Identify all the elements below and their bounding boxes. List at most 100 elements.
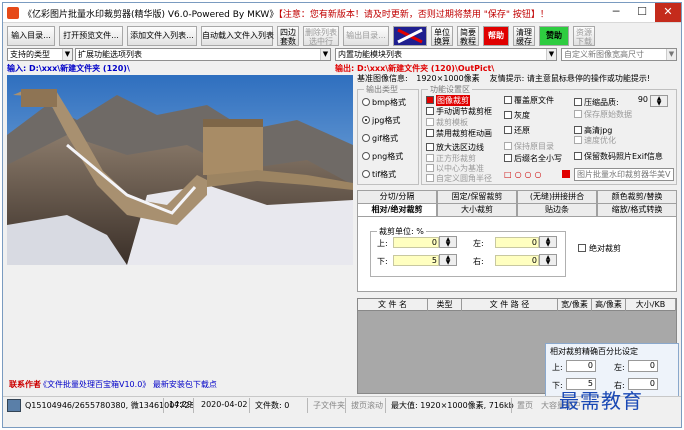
tab-stitch[interactable]: (无缝)拼接拼合 — [517, 190, 597, 203]
circle-shape-icon[interactable]: ○ — [535, 170, 545, 179]
drag-mode-toggle[interactable]: 拔页滚动 — [351, 400, 383, 411]
custom-size-combo[interactable]: 自定义新图像宽高尺寸 ▼ — [561, 48, 677, 61]
resource-download-button[interactable]: 资源 下载 — [573, 26, 595, 46]
builtin-module-combo[interactable]: 内置功能模块列表 ▼ — [335, 48, 557, 61]
output-dir-button[interactable]: 输出目录... — [343, 26, 389, 46]
function-group-title: 功能设置区 — [428, 84, 472, 95]
update-notice: 【注意：您有新版本！请及时更新，否则过期将禁用 "保存" 按钮】！ — [278, 10, 549, 20]
col-type[interactable]: 类型 — [428, 299, 462, 311]
popup-top-input[interactable]: 0 — [566, 360, 596, 372]
tab-fixed-crop[interactable]: 固定/保留裁剪 — [437, 190, 517, 203]
tab-size-crop[interactable]: 大小裁剪 — [437, 203, 517, 216]
absolute-crop-checkbox[interactable] — [578, 244, 586, 252]
radio-gif[interactable] — [362, 134, 370, 142]
popup-title: 相对裁剪精确百分比设定 — [550, 347, 638, 356]
ext-function-combo[interactable]: 扩展功能选项列表 ▼ — [75, 48, 331, 61]
download-link[interactable]: 《文件批量处理百宝箱V10.0》 最新安装包下载点 — [39, 379, 217, 390]
bottom-input[interactable]: 5 — [393, 255, 439, 266]
keep-dir-label: 保持原目录 — [514, 142, 554, 151]
col-path[interactable]: 文 件 路 径 — [462, 299, 558, 311]
format-group: 输出类型 bmp格式 jpg格式 gif格式 png格式 tif格式 — [357, 84, 419, 185]
app-icon — [7, 7, 19, 19]
grayscale-checkbox[interactable] — [504, 111, 512, 119]
circle-shape-icon[interactable]: ○ — [515, 170, 525, 179]
disable-animation-checkbox[interactable] — [426, 129, 434, 137]
minimize-button[interactable]: ─ — [603, 3, 629, 22]
col-height[interactable]: 高/像素 — [592, 299, 626, 311]
square-crop-checkbox[interactable] — [426, 154, 434, 162]
lowercase-ext-checkbox[interactable] — [504, 154, 512, 162]
delete-selected-button[interactable]: 删除列表 选中行 — [303, 26, 339, 46]
auto-load-button[interactable]: 自动载入文件入列表 — [201, 26, 274, 46]
clear-cache-button[interactable]: 清理 缓存 — [513, 26, 535, 46]
four-align-button[interactable]: 四边 套数 — [277, 26, 299, 46]
left-stepper[interactable]: ▲ ▼ — [539, 236, 557, 248]
image-preview[interactable] — [7, 75, 353, 265]
tab-split[interactable]: 分切/分隔 — [357, 190, 437, 203]
manual-adjust-checkbox[interactable] — [426, 107, 434, 115]
keep-dir-checkbox[interactable] — [504, 142, 512, 150]
maximize-button[interactable]: ☐ — [629, 3, 655, 22]
donate-button[interactable]: 赞助 — [539, 26, 569, 46]
speed-opt-checkbox[interactable] — [574, 136, 582, 144]
add-files-button[interactable]: 添加文件入列表... — [127, 26, 197, 46]
top-stepper[interactable]: ▲ ▼ — [439, 236, 457, 248]
contact-author-label[interactable]: 联系作者 — [9, 379, 41, 390]
popup-left-label: 左: — [614, 363, 625, 372]
crop-checkbox[interactable] — [426, 96, 434, 104]
cross-tool-button[interactable] — [393, 26, 427, 46]
input-path-label: 输入: D:\xxx\新建文件夹 (120)\ — [7, 64, 130, 73]
tutorial-button[interactable]: 简要 教程 — [457, 26, 479, 46]
unit-convert-line1: 单位 — [434, 28, 450, 37]
circle-shape-icon[interactable]: ○ — [525, 170, 535, 179]
exif-checkbox[interactable] — [574, 152, 582, 160]
tab-color-crop[interactable]: 颜色裁剪/替换 — [597, 190, 677, 203]
status-separator — [307, 398, 308, 413]
title-bar: 《亿彩图片批量水印裁剪器(精华版) V6.0-Powered By MKW》【注… — [3, 3, 681, 23]
help-button[interactable]: 帮助 — [483, 26, 509, 46]
quality-stepper[interactable]: ▲ ▼ — [650, 95, 668, 107]
col-filename[interactable]: 文 件 名 — [358, 299, 428, 311]
quality-value[interactable]: 90 — [634, 95, 650, 107]
tab-relative-crop[interactable]: 相对/绝对裁剪 — [357, 203, 437, 216]
subfolder-toggle[interactable]: 子文件夹 — [313, 400, 345, 411]
tip-text: 友情提示: 请主意鼠标悬停的操作或功能提示! — [489, 74, 651, 83]
radio-png[interactable] — [362, 152, 370, 160]
radio-jpg[interactable] — [362, 116, 370, 124]
keep-original-checkbox[interactable] — [574, 110, 582, 118]
corner-radius-checkbox[interactable] — [426, 174, 434, 182]
square-shape-icon[interactable]: □ — [504, 170, 515, 179]
hd-jpg-checkbox[interactable] — [574, 126, 582, 134]
popup-left-input[interactable]: 0 — [628, 360, 658, 372]
compress-quality-checkbox[interactable] — [574, 98, 582, 106]
top-input[interactable]: 0 — [393, 237, 439, 248]
enlarge-border-checkbox[interactable] — [426, 143, 434, 151]
col-size[interactable]: 大小/KB — [626, 299, 676, 311]
clear-cache-line2: 缓存 — [516, 37, 532, 46]
watermark-note-field[interactable]: 图片批量水印裁剪器华美V — [574, 168, 674, 181]
shape-selector[interactable]: □○○○ — [504, 170, 545, 179]
crop-template-checkbox[interactable] — [426, 118, 434, 126]
type-combo[interactable]: 支持的类型 ▼ — [7, 48, 73, 61]
options-row: 支持的类型 ▼ 扩展功能选项列表 ▼ 内置功能模块列表 ▼ 自定义新图像宽高尺寸 ▼ — [3, 48, 681, 62]
right-input[interactable]: 0 — [495, 255, 539, 266]
left-input[interactable]: 0 — [495, 237, 539, 248]
col-width[interactable]: 宽/像素 — [558, 299, 592, 311]
unit-convert-button[interactable]: 单位 换算 — [431, 26, 453, 46]
right-stepper[interactable]: ▲ ▼ — [539, 254, 557, 266]
enlarge-border-label: 放大选区边线 — [436, 143, 484, 152]
import-dir-button[interactable]: 输入目录... — [7, 26, 55, 46]
page-toggle[interactable]: 置页 — [517, 400, 533, 411]
bottom-stepper[interactable]: ▲ ▼ — [439, 254, 457, 266]
tab-scale-convert[interactable]: 缩放/格式转换 — [597, 203, 677, 216]
color-swatch[interactable] — [562, 170, 570, 178]
radio-tif[interactable] — [362, 170, 370, 178]
base-info-value: 1920×1000像素 — [416, 74, 480, 83]
center-base-checkbox[interactable] — [426, 164, 434, 172]
restore-checkbox[interactable] — [504, 126, 512, 134]
tab-edge-strip[interactable]: 贴边条 — [517, 203, 597, 216]
open-preview-button[interactable]: 打开预览文件... — [59, 26, 123, 46]
overwrite-checkbox[interactable] — [504, 96, 512, 104]
radio-bmp[interactable] — [362, 98, 370, 106]
close-button[interactable]: ✕ — [655, 3, 681, 22]
